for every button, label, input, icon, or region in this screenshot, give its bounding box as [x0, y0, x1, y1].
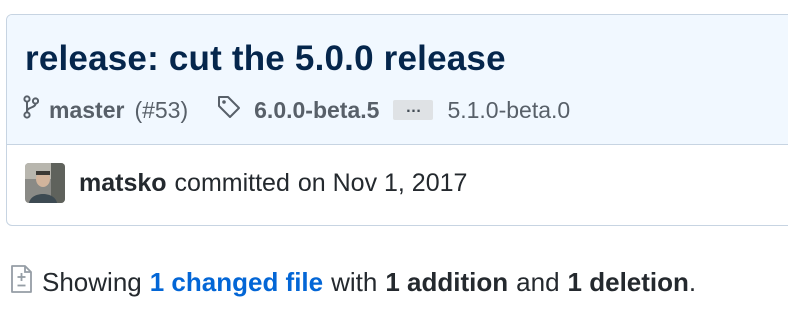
more-tags-button[interactable]: …	[393, 99, 434, 120]
commit-date: on Nov 1, 2017	[297, 168, 468, 197]
commit-meta: matsko committed on Nov 1, 2017	[25, 163, 467, 203]
deletions-count: 1 deletion	[567, 266, 689, 297]
committed-label: committed	[174, 168, 290, 197]
showing-text: Showing	[42, 266, 142, 297]
and-text: and	[516, 266, 560, 297]
with-text: with	[331, 266, 378, 297]
branch-name[interactable]: master	[49, 97, 124, 124]
additions-count: 1 addition	[385, 266, 509, 297]
commit-title: release: cut the 5.0.0 release	[25, 39, 506, 78]
summary-period: .	[688, 266, 697, 297]
avatar[interactable]	[25, 163, 65, 203]
branch-row: master (#53) 6.0.0-beta.5 … 5.1.0-beta.0	[23, 95, 570, 125]
author-link[interactable]: matsko	[79, 169, 167, 198]
tag-name-secondary[interactable]: 5.1.0-beta.0	[447, 97, 570, 124]
commit-header: release: cut the 5.0.0 release master (#…	[7, 15, 788, 145]
pull-request-link[interactable]: (#53)	[134, 97, 188, 124]
git-branch-icon	[23, 95, 40, 125]
file-diff-icon	[8, 264, 34, 301]
changed-files-link[interactable]: 1 changed file	[150, 267, 323, 298]
commit-box: release: cut the 5.0.0 release master (#…	[6, 14, 788, 226]
tag-icon	[216, 94, 242, 126]
diff-summary: Showing 1 changed file with 1 addition a…	[8, 262, 696, 302]
tag-name[interactable]: 6.0.0-beta.5	[254, 97, 379, 124]
